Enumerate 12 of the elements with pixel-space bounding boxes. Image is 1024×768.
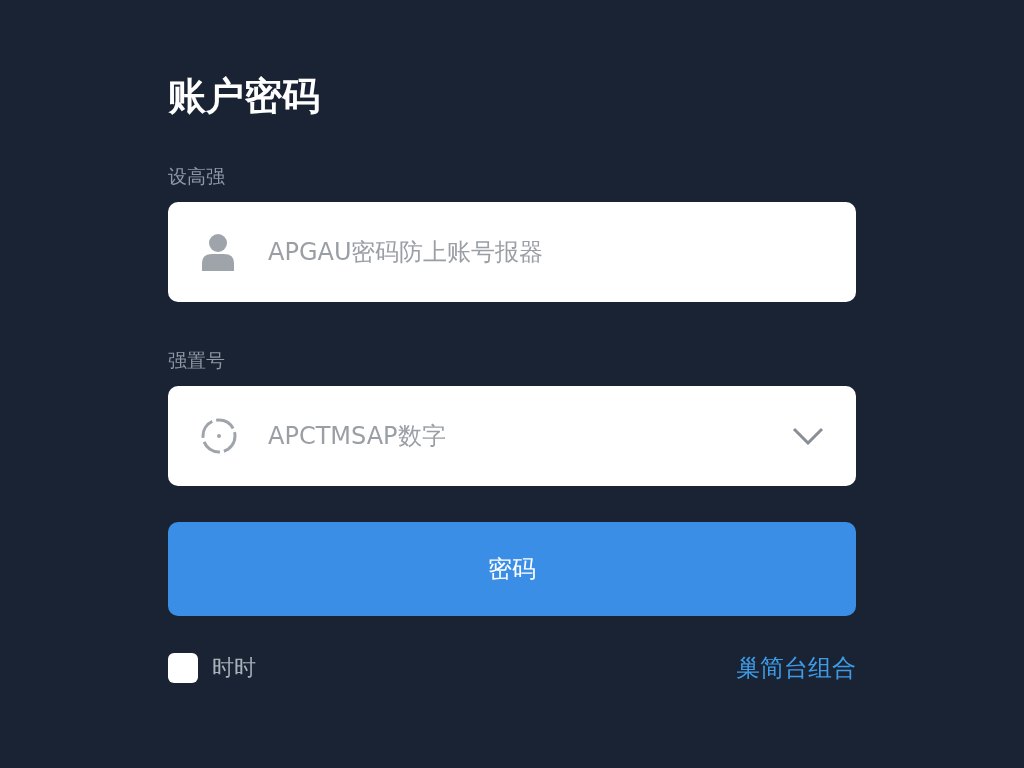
circle-icon xyxy=(200,417,238,455)
chevron-icon xyxy=(792,427,824,445)
link[interactable]: 巢简台组合 xyxy=(736,652,856,684)
user-icon xyxy=(200,233,236,271)
checkbox[interactable] xyxy=(168,653,198,683)
select-field[interactable]: APCTMSAP数字 xyxy=(168,386,856,486)
checkbox-label: 时时 xyxy=(212,654,256,682)
field-label: 强置号 xyxy=(168,348,226,372)
field-label: 设高强 xyxy=(168,164,226,188)
input-field[interactable]: APGAU密码防上账号报器 xyxy=(168,202,856,302)
submit-button[interactable]: 密码 xyxy=(168,522,856,616)
page-title: 账户密码 xyxy=(168,73,321,120)
